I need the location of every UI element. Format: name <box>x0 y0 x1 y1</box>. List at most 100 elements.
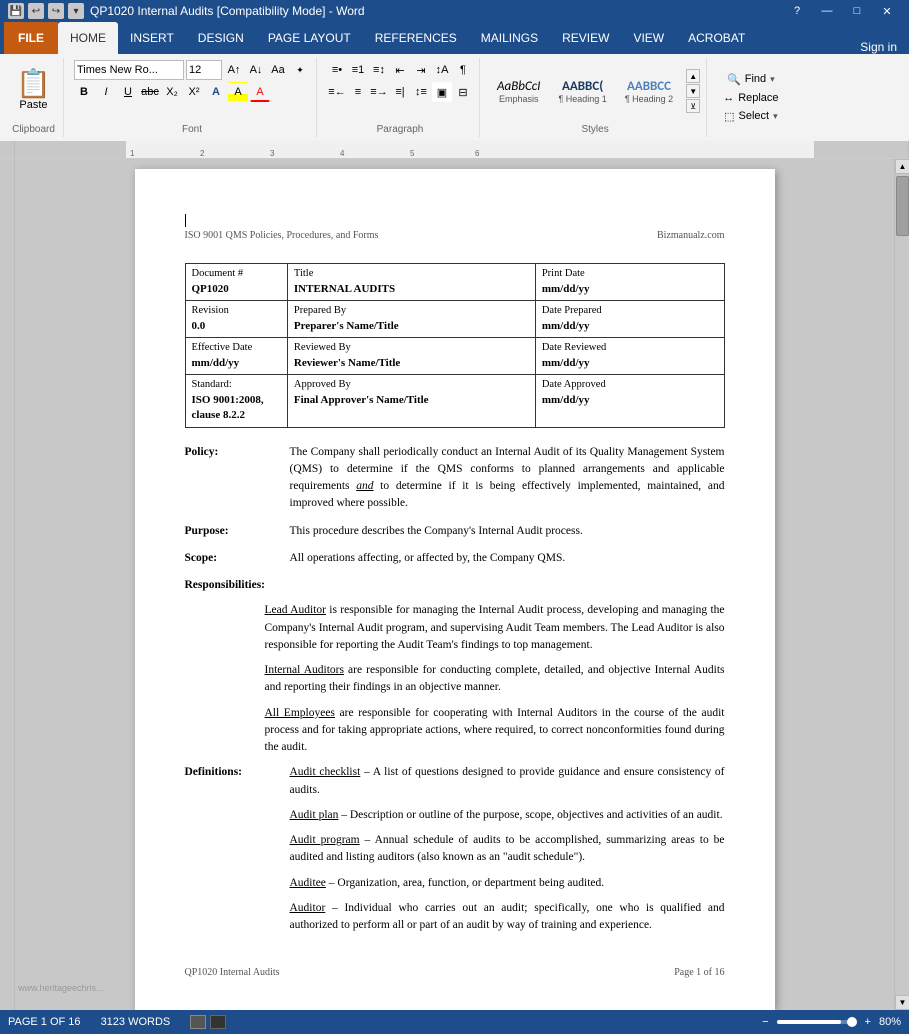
doc-number-cell: Document # QP1020 <box>185 264 287 301</box>
paragraph-label: Paragraph <box>327 122 473 135</box>
align-center-button[interactable]: ≡ <box>348 82 368 102</box>
highlight-button[interactable]: A <box>228 82 248 102</box>
internal-auditors-term: Internal Auditors <box>265 664 344 676</box>
ribbon-tabs: FILE HOME INSERT DESIGN PAGE LAYOUT REFE… <box>0 22 909 54</box>
find-button[interactable]: 🔍 Find ▾ <box>721 71 781 88</box>
paste-label: Paste <box>19 99 47 111</box>
select-button[interactable]: ⬚ Select ▾ <box>718 108 784 125</box>
purpose-section: Purpose: This procedure describes the Co… <box>185 523 725 540</box>
save-icon[interactable]: 💾 <box>8 3 24 19</box>
table-row: Document # QP1020 Title INTERNAL AUDITS … <box>185 264 724 301</box>
header-left: ISO 9001 QMS Policies, Procedures, and F… <box>185 229 379 243</box>
borders-button[interactable]: ⊟ <box>453 82 473 102</box>
sign-in-link[interactable]: Sign in <box>852 40 905 54</box>
document-content: Policy: The Company shall periodically c… <box>185 444 725 943</box>
vertical-scrollbar[interactable]: ▲ ▼ <box>894 159 909 1010</box>
bullets-button[interactable]: ≡• <box>327 60 347 80</box>
document-page[interactable]: ISO 9001 QMS Policies, Procedures, and F… <box>135 169 775 1010</box>
scroll-thumb[interactable] <box>896 176 909 236</box>
tab-references[interactable]: REFERENCES <box>363 22 469 54</box>
change-case-button[interactable]: Aa <box>268 60 288 80</box>
zoom-out-button[interactable]: − <box>762 1016 768 1028</box>
superscript-button[interactable]: X² <box>184 82 204 102</box>
tab-mailings[interactable]: MAILINGS <box>469 22 550 54</box>
all-employees-para: All Employees are responsible for cooper… <box>265 705 725 757</box>
lead-auditor-term: Lead Auditor <box>265 604 326 616</box>
styles-more[interactable]: ⊻ <box>686 99 700 113</box>
minimize-button[interactable]: — <box>813 0 841 22</box>
decrease-indent-button[interactable]: ⇤ <box>390 60 410 80</box>
scroll-down-button[interactable]: ▼ <box>895 995 909 1010</box>
clear-format-button[interactable]: ✦ <box>290 60 310 80</box>
bold-button[interactable]: B <box>74 82 94 102</box>
shading-button[interactable]: ▣ <box>432 82 452 102</box>
tab-home[interactable]: HOME <box>58 22 118 54</box>
numbering-button[interactable]: ≡1 <box>348 60 368 80</box>
show-formatting-button[interactable]: ¶ <box>453 60 473 80</box>
scroll-up-button[interactable]: ▲ <box>895 159 909 174</box>
responsibilities-label: Responsibilities: <box>185 577 725 594</box>
italic-button[interactable]: I <box>96 82 116 102</box>
reviewed-by-cell: Reviewed By Reviewer's Name/Title <box>287 338 535 375</box>
style-emphasis[interactable]: AaBbCcI Emphasis <box>490 76 547 107</box>
zoom-in-button[interactable]: + <box>865 1016 871 1028</box>
multilevel-button[interactable]: ≡↕ <box>369 60 389 80</box>
sort-button[interactable]: ↕A <box>432 60 452 80</box>
subscript-button[interactable]: X₂ <box>162 82 182 102</box>
undo-icon[interactable]: ↩ <box>28 3 44 19</box>
purpose-label: Purpose: <box>185 523 280 540</box>
scroll-track[interactable] <box>895 174 909 995</box>
tab-insert[interactable]: INSERT <box>118 22 186 54</box>
help-button[interactable]: ? <box>783 0 811 22</box>
date-reviewed-cell: Date Reviewed mm/dd/yy <box>535 338 724 375</box>
close-button[interactable]: ✕ <box>873 0 901 22</box>
strikethrough-button[interactable]: abc <box>140 82 160 102</box>
font-size-input[interactable]: 12 <box>186 60 222 80</box>
redo-icon[interactable]: ↪ <box>48 3 64 19</box>
styles-label: Styles <box>490 122 700 135</box>
and-italic: and <box>356 480 373 492</box>
clipboard-group: 📋 Paste Clipboard <box>4 58 64 137</box>
justify-button[interactable]: ≡| <box>390 82 410 102</box>
document-area[interactable]: ISO 9001 QMS Policies, Procedures, and F… <box>15 159 894 1010</box>
maximize-button[interactable]: □ <box>843 0 871 22</box>
tab-design[interactable]: DESIGN <box>186 22 256 54</box>
font-color-button[interactable]: A <box>250 82 270 102</box>
paste-button[interactable]: 📋 Paste <box>10 67 57 115</box>
zoom-slider[interactable] <box>777 1020 857 1024</box>
style-heading1[interactable]: AABBC( ¶ Heading 1 <box>551 76 613 107</box>
zoom-thumb <box>847 1017 857 1027</box>
ruler-corner <box>0 141 15 158</box>
tab-page-layout[interactable]: PAGE LAYOUT <box>256 22 363 54</box>
decrease-font-button[interactable]: A↓ <box>246 60 266 80</box>
styles-scroll-down[interactable]: ▼ <box>686 84 700 98</box>
font-name-input[interactable]: Times New Ro... <box>74 60 184 80</box>
policy-section: Policy: The Company shall periodically c… <box>185 444 725 513</box>
replace-button[interactable]: ↔ Replace <box>717 90 784 106</box>
text-effects-button[interactable]: A <box>206 82 226 102</box>
policy-text: The Company shall periodically conduct a… <box>290 444 725 513</box>
effective-date-cell: Effective Date mm/dd/yy <box>185 338 287 375</box>
date-prepared-cell: Date Prepared mm/dd/yy <box>535 301 724 338</box>
styles-scroll-up[interactable]: ▲ <box>686 69 700 83</box>
underline-button[interactable]: U <box>118 82 138 102</box>
internal-auditors-para: Internal Auditors are responsible for co… <box>265 662 725 697</box>
align-right-button[interactable]: ≡→ <box>369 82 389 102</box>
tab-file[interactable]: FILE <box>4 22 58 54</box>
select-icon: ⬚ <box>724 110 734 123</box>
align-left-button[interactable]: ≡← <box>327 82 347 102</box>
increase-indent-button[interactable]: ⇥ <box>411 60 431 80</box>
zoom-level: 80% <box>879 1016 901 1028</box>
def-audit-program: Audit program – Annual schedule of audit… <box>290 832 725 867</box>
ribbon-content: 📋 Paste Clipboard Times New Ro... 12 A↑ … <box>0 54 909 141</box>
print-layout-button[interactable] <box>190 1015 206 1029</box>
tab-view[interactable]: VIEW <box>621 22 676 54</box>
style-heading2[interactable]: AABBCC ¶ Heading 2 <box>618 76 680 107</box>
tab-review[interactable]: REVIEW <box>550 22 621 54</box>
read-mode-button[interactable] <box>210 1015 226 1029</box>
increase-font-button[interactable]: A↑ <box>224 60 244 80</box>
customize-icon[interactable]: ▾ <box>68 3 84 19</box>
tab-acrobat[interactable]: ACROBAT <box>676 22 757 54</box>
line-spacing-button[interactable]: ↕≡ <box>411 82 431 102</box>
footer-left: QP1020 Internal Audits <box>185 966 280 980</box>
